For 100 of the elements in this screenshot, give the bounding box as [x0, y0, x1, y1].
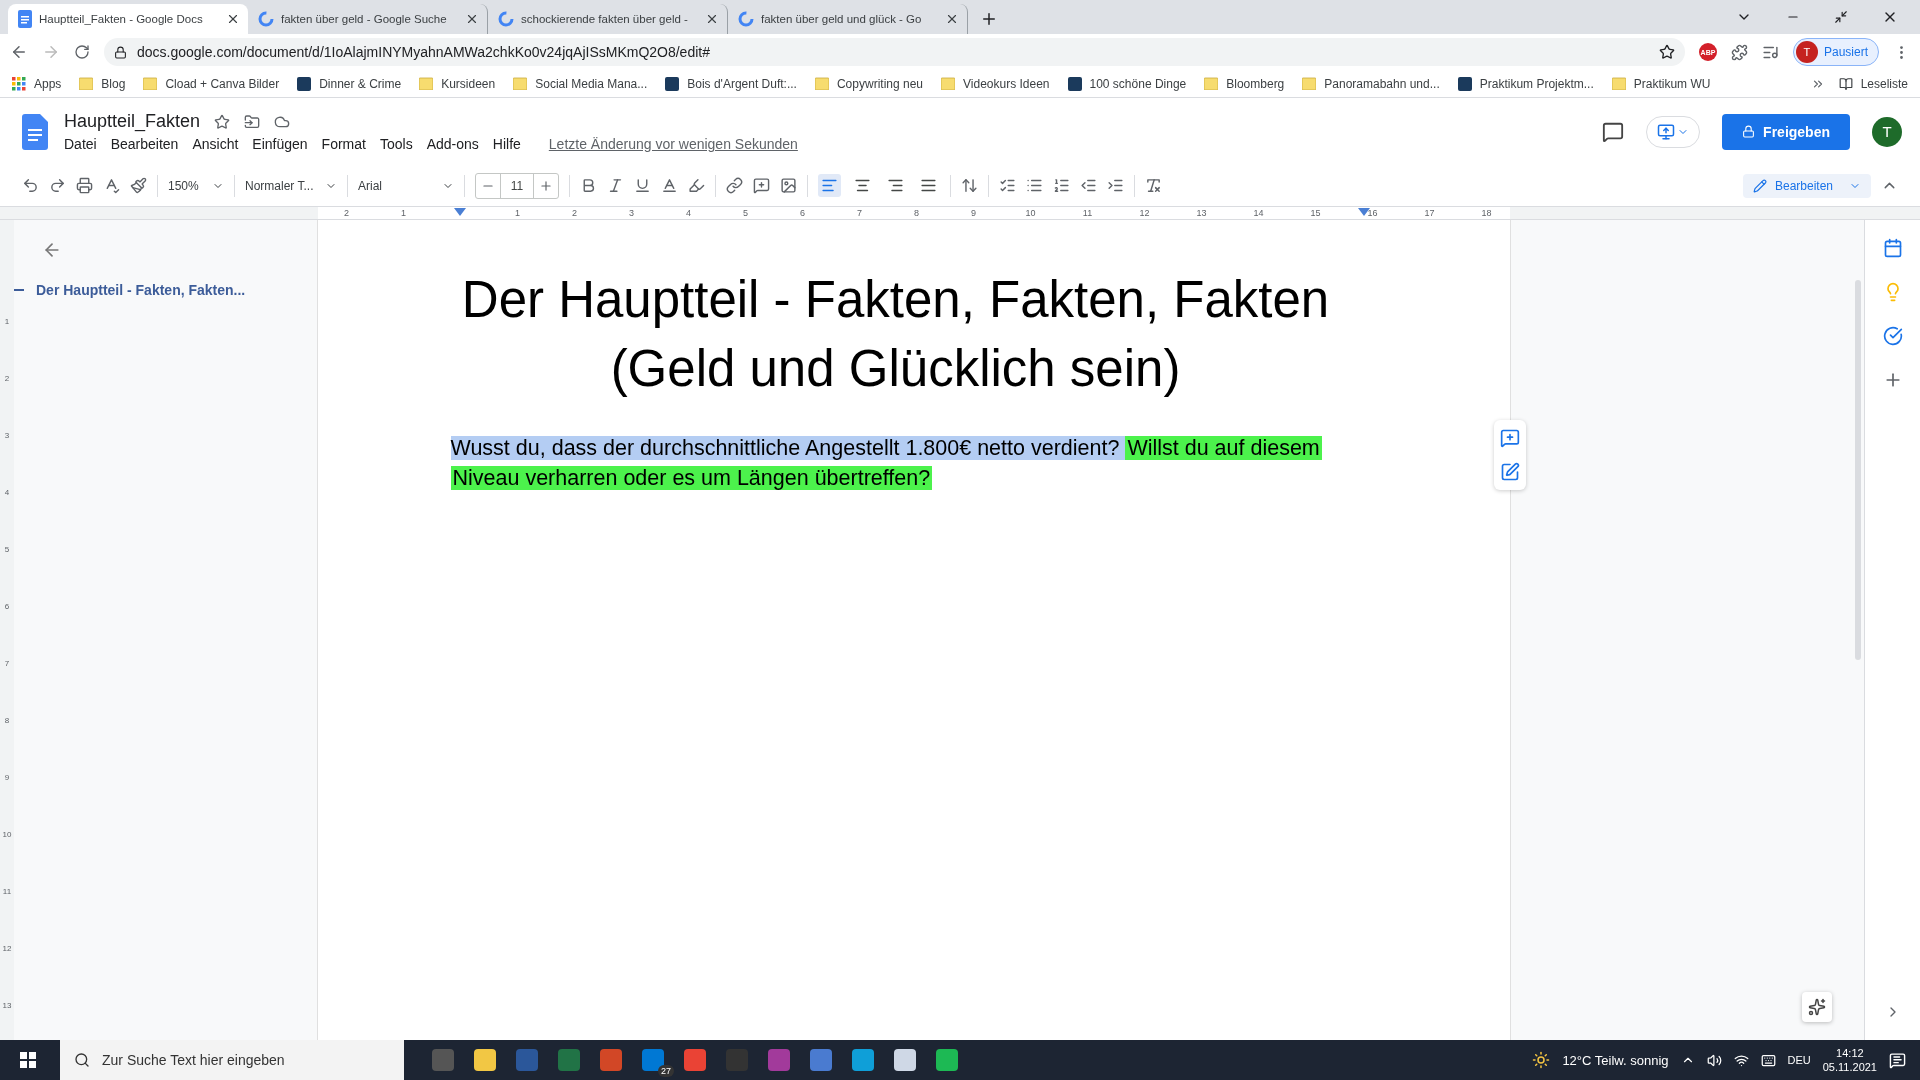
- close-icon[interactable]: [465, 12, 479, 26]
- text-color-icon[interactable]: [661, 177, 678, 194]
- menu-item[interactable]: Add-ons: [426, 136, 479, 152]
- favicon-icon: [665, 76, 680, 91]
- bookmark-link[interactable]: Cload + Canva Bilder: [143, 76, 280, 91]
- bookmark-link[interactable]: Kursideen: [419, 76, 496, 91]
- app-icon[interactable]: [852, 1049, 874, 1071]
- last-edit-link[interactable]: Letzte Änderung vor wenigen Sekunden: [548, 136, 798, 152]
- address-bar[interactable]: docs.google.com/document/d/1IoAlajmINYMyahnAMWa2chkKo0v24jqAjISsMKmQ2O8/edit#: [104, 38, 1685, 66]
- align-left-icon[interactable]: [818, 174, 841, 197]
- explore-button[interactable]: [1802, 992, 1832, 1022]
- folder-icon: [1204, 77, 1219, 90]
- menu-item[interactable]: Einfügen: [252, 136, 308, 152]
- account-avatar[interactable]: T: [1872, 116, 1902, 147]
- increase-indent-icon[interactable]: [1107, 177, 1124, 194]
- back-icon[interactable]: [10, 43, 28, 61]
- highlight-icon[interactable]: [688, 177, 705, 194]
- close-icon[interactable]: [226, 12, 240, 26]
- tasks-icon[interactable]: [1882, 326, 1903, 346]
- folder-icon: [1611, 77, 1626, 90]
- bookmark-link[interactable]: Bloomberg: [1204, 76, 1285, 91]
- docs-icon: [18, 10, 32, 28]
- language-indicator[interactable]: DEU: [1787, 1054, 1811, 1066]
- notifications-icon[interactable]: [1889, 1051, 1906, 1069]
- weather-text[interactable]: 12°C Teilw. sonnig: [1562, 1052, 1669, 1068]
- bookmark-link[interactable]: 100 schöne Dinge: [1067, 76, 1187, 91]
- restore-icon[interactable]: [1834, 10, 1848, 24]
- close-icon[interactable]: [945, 12, 959, 26]
- bookmark-link[interactable]: Dinner & Crime: [297, 76, 402, 91]
- browser-tab[interactable]: fakten über geld - Google Suche: [248, 4, 488, 34]
- reload-icon[interactable]: [74, 44, 90, 60]
- print-icon[interactable]: [76, 177, 93, 194]
- address-text: docs.google.com/document/d/1IoAlajmINYMyahnAMWa2chkKo0v24jqAjISsMKmQ2O8/edit#: [137, 44, 710, 60]
- book-icon: [1838, 76, 1853, 91]
- document-title[interactable]: Hauptteil_Fakten: [64, 111, 201, 132]
- menu-item[interactable]: Hilfe: [492, 136, 521, 152]
- checklist-icon[interactable]: [999, 177, 1016, 194]
- browser-tab[interactable]: schockierende fakten über geld -: [488, 4, 728, 34]
- wifi-icon[interactable]: [1733, 1052, 1749, 1068]
- document-paragraph: Wusst du, dass der durchschnittliche Angestellt 1.800€ netto verdient? Willst du auf diesem Niveau verharren oder es um Längen übertreffen?: [450, 435, 1323, 492]
- browser-tab[interactable]: Hauptteil_Fakten - Google Docs: [8, 4, 248, 34]
- app-icon[interactable]: [600, 1049, 622, 1071]
- reading-list-link[interactable]: Leseliste: [1838, 76, 1908, 91]
- editing-mode-dropdown[interactable]: Bearbeiten: [1743, 173, 1871, 198]
- bookmark-link[interactable]: Videokurs Ideen: [941, 76, 1050, 91]
- paint-format-icon[interactable]: [130, 177, 147, 194]
- underline-icon[interactable]: [634, 177, 651, 194]
- add-comment-icon[interactable]: [753, 177, 770, 194]
- menu-item[interactable]: Tools: [379, 136, 413, 152]
- menu-item[interactable]: Datei: [64, 136, 97, 152]
- browser-tab[interactable]: fakten über geld und glück - Go: [728, 4, 968, 34]
- profile-button[interactable]: T Pausiert: [1792, 38, 1879, 66]
- google-icon: [738, 11, 754, 27]
- taskbar-search-field[interactable]: Zur Suche Text hier eingeben: [60, 1040, 404, 1080]
- redo-icon[interactable]: [49, 177, 66, 194]
- apps-grid-icon: [12, 76, 26, 91]
- bookmark-link[interactable]: Blog: [79, 76, 126, 91]
- outline-item[interactable]: Der Hauptteil - Fakten, Fakten...: [14, 282, 318, 298]
- app-icon[interactable]: [936, 1049, 958, 1071]
- zoom-dropdown[interactable]: 150%: [168, 178, 224, 193]
- move-icon[interactable]: [244, 113, 261, 130]
- app-icon[interactable]: [894, 1049, 916, 1071]
- add-comment-icon[interactable]: [1500, 428, 1520, 448]
- menu-item[interactable]: Bearbeiten: [110, 136, 179, 152]
- link-icon[interactable]: [726, 177, 743, 194]
- font-dropdown[interactable]: Arial: [358, 178, 454, 193]
- bookmark-link[interactable]: Apps: [12, 76, 62, 91]
- lock-icon: [114, 45, 127, 59]
- bookmark-link[interactable]: Bois d'Argent Duft:...: [665, 76, 797, 91]
- clear-formatting-icon[interactable]: [1145, 177, 1162, 194]
- close-icon[interactable]: [705, 12, 719, 26]
- suggest-edit-icon[interactable]: [1500, 462, 1520, 482]
- bookmark-link[interactable]: Praktikum WU: [1611, 76, 1711, 91]
- undo-icon[interactable]: [22, 177, 39, 194]
- italic-icon[interactable]: [607, 177, 624, 194]
- image-icon[interactable]: [780, 177, 797, 194]
- app-icon[interactable]: [474, 1049, 496, 1071]
- menu-item[interactable]: Format: [321, 136, 366, 152]
- bookmark-link[interactable]: Praktikum Projektm...: [1457, 76, 1594, 91]
- comments-icon[interactable]: [1602, 120, 1625, 143]
- menu-item[interactable]: Ansicht: [192, 136, 239, 152]
- extensions-icon[interactable]: [1730, 43, 1748, 61]
- app-icon[interactable]: [684, 1049, 706, 1071]
- new-tab-icon[interactable]: [980, 10, 998, 28]
- numbered-list-icon[interactable]: [1053, 177, 1070, 194]
- keyboard-icon[interactable]: [1760, 1052, 1776, 1068]
- star-icon[interactable]: [214, 113, 231, 130]
- bookmark-link[interactable]: Copywriting neu: [814, 76, 923, 91]
- line-spacing-icon[interactable]: [961, 177, 978, 194]
- bookmark-star-icon[interactable]: [1658, 44, 1675, 60]
- app-icon[interactable]: [810, 1049, 832, 1071]
- style-dropdown[interactable]: Normaler T...: [245, 178, 337, 193]
- decrease-indent-icon[interactable]: [1080, 177, 1097, 194]
- bookmark-link[interactable]: Social Media Mana...: [513, 76, 648, 91]
- bullet-list-icon[interactable]: [1026, 177, 1043, 194]
- share-button[interactable]: Freigeben: [1722, 113, 1850, 150]
- clock[interactable]: 14:12 05.11.2021: [1822, 1046, 1877, 1074]
- bookmark-link[interactable]: Panoramabahn und...: [1302, 76, 1440, 91]
- volume-icon[interactable]: [1706, 1052, 1722, 1068]
- calendar-icon[interactable]: [1882, 238, 1903, 258]
